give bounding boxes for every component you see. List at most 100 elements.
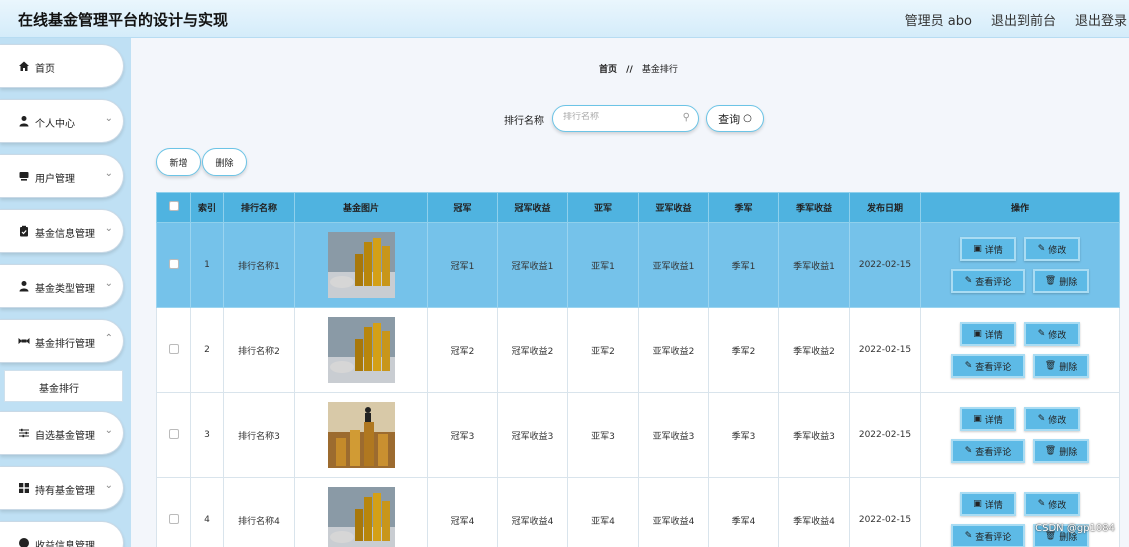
cell-fund-image [294,307,428,393]
table-header-row: 索引 排行名称 基金图片 冠军 冠军收益 亚军 亚军收益 季军 季军收益 发布日… [156,192,1120,223]
sidebar-item-fund-ranking-management[interactable]: 基金排行管理 ⌃ [0,319,124,363]
edit-button[interactable]: ✎ 修改 [1024,407,1080,431]
app-title: 在线基金管理平台的设计与实现 [18,11,229,29]
sidebar-item-fund-type-management[interactable]: 基金类型管理 ⌄ [0,264,124,308]
breadcrumb-current: 基金排行 [641,65,678,75]
cell-date: 2022-02-15 [849,307,921,393]
sidebar-item-personal-center[interactable]: 个人中心 ⌄ [0,99,124,143]
cell-ranking-name: 排行名称4 [223,477,295,547]
to-front-link[interactable]: 退出到前台 [991,10,1056,29]
detail-button[interactable]: ▣ 详情 [960,407,1016,431]
delete-button[interactable]: 删除 [202,148,247,176]
view-comments-button[interactable]: ✎ 查看评论 [951,354,1025,378]
users-icon [19,172,29,181]
column-header: 冠军 [427,192,498,223]
edit-icon: ✎ [1037,414,1046,424]
cell-champion-profit: 冠军收益1 [497,222,568,308]
edit-label: 修改 [1048,330,1067,341]
detail-icon: ▣ [973,499,982,509]
select-all-checkbox[interactable] [168,201,179,211]
row-checkbox[interactable] [168,343,179,354]
column-header: 排行名称 [223,192,295,223]
row-delete-button[interactable]: 🗑 删除 [1033,439,1089,463]
cell-champion: 冠军3 [427,392,498,478]
cell-third: 季军1 [708,222,779,308]
detail-button[interactable]: ▣ 详情 [960,322,1016,346]
row-checkbox[interactable] [168,428,179,439]
row-checkbox[interactable] [168,258,179,269]
query-button[interactable]: 查询 ○ [706,105,764,132]
row-delete-button[interactable]: 🗑 删除 [1033,269,1089,293]
cell-third-profit: 季军收益2 [778,307,850,393]
cell-ranking-name: 排行名称3 [223,392,295,478]
view-comments-button[interactable]: ✎ 查看评论 [951,524,1025,547]
detail-label: 详情 [984,245,1003,256]
cell-ranking-name: 排行名称2 [223,307,295,393]
row-select-cell [156,222,191,308]
cell-index: 3 [190,392,224,478]
trash-icon: 🗑 [1044,361,1057,371]
chevron-down-icon: ⌄ [104,425,113,436]
edit-icon: ✎ [964,276,973,286]
cell-runner-up-profit: 亚军收益4 [638,477,709,547]
sidebar-item-home[interactable]: 首页 [0,44,124,88]
breadcrumb-separator: // [626,65,633,75]
detail-button[interactable]: ▣ 详情 [960,237,1016,261]
column-header: 索引 [190,192,224,223]
table-row[interactable]: 1 排行名称1 冠军1 冠军收益1 亚军1 亚军收益1 季军1 季军收益1 20… [156,222,1120,308]
sidebar-item-profit-info-management[interactable]: 收益信息管理 [0,521,124,547]
fund-image [327,402,395,468]
breadcrumb-home[interactable]: 首页 [599,65,617,75]
edit-button[interactable]: ✎ 修改 [1024,322,1080,346]
row-delete-button[interactable]: 🗑 删除 [1033,354,1089,378]
cell-champion: 冠军2 [427,307,498,393]
sidebar-item-label: 个人中心 [35,119,75,130]
row-delete-label: 删除 [1059,447,1078,458]
view-comments-button[interactable]: ✎ 查看评论 [951,269,1025,293]
column-header: 基金图片 [294,192,428,223]
cell-third: 季军3 [708,392,779,478]
ranking-icon [18,338,30,344]
fund-image [327,232,395,298]
edit-button[interactable]: ✎ 修改 [1024,492,1080,516]
sidebar-item-favorite-fund-management[interactable]: 自选基金管理 ⌄ [0,411,124,455]
trash-icon: 🗑 [1044,446,1057,456]
delete-button-label: 删除 [215,158,234,169]
row-select-cell [156,392,191,478]
cell-third: 季军2 [708,307,779,393]
search-icon: ⚲ [682,112,690,123]
edit-icon: ✎ [1037,244,1046,254]
cell-champion: 冠军4 [427,477,498,547]
edit-label: 修改 [1048,415,1067,426]
table-row[interactable]: 3 排行名称3 冠军3 冠军收益3 亚军3 亚军收益3 季军3 季军收益3 20… [156,392,1120,478]
admin-label: 管理员 abo [904,14,972,29]
sidebar-item-user-management[interactable]: 用户管理 ⌄ [0,154,124,198]
row-select-cell [156,477,191,547]
sidebar-subitem-fund-ranking[interactable]: 基金排行 [4,370,123,402]
column-header: 亚军 [567,192,639,223]
cell-ranking-name: 排行名称1 [223,222,295,308]
sidebar-item-holding-fund-management[interactable]: 持有基金管理 ⌄ [0,466,124,510]
user-icon [19,116,29,127]
sidebar-item-fund-info-management[interactable]: 基金信息管理 ⌄ [0,209,124,253]
table-row[interactable]: 4 排行名称4 冠军4 冠军收益4 亚军4 亚军收益4 季军4 季军收益4 20… [156,477,1120,547]
view-comments-button[interactable]: ✎ 查看评论 [951,439,1025,463]
query-button-label: 查询 [718,112,741,126]
add-button[interactable]: 新增 [156,148,201,176]
edit-icon: ✎ [1037,499,1046,509]
column-header: 冠军收益 [497,192,568,223]
search-input[interactable] [563,112,673,122]
cell-fund-image [294,222,428,308]
edit-label: 修改 [1048,245,1067,256]
logout-link[interactable]: 退出登录 [1075,10,1127,29]
sidebar-item-label: 持有基金管理 [35,486,95,497]
table-row[interactable]: 2 排行名称2 冠军2 冠军收益2 亚军2 亚军收益2 季军2 季军收益2 20… [156,307,1120,393]
detail-button[interactable]: ▣ 详情 [960,492,1016,516]
column-header: 发布日期 [849,192,921,223]
edit-button[interactable]: ✎ 修改 [1024,237,1080,261]
row-checkbox[interactable] [168,513,179,524]
view-comments-label: 查看评论 [975,532,1012,543]
cell-third-profit: 季军收益1 [778,222,850,308]
search-field[interactable]: ⚲ [552,105,699,132]
cell-runner-up-profit: 亚军收益3 [638,392,709,478]
